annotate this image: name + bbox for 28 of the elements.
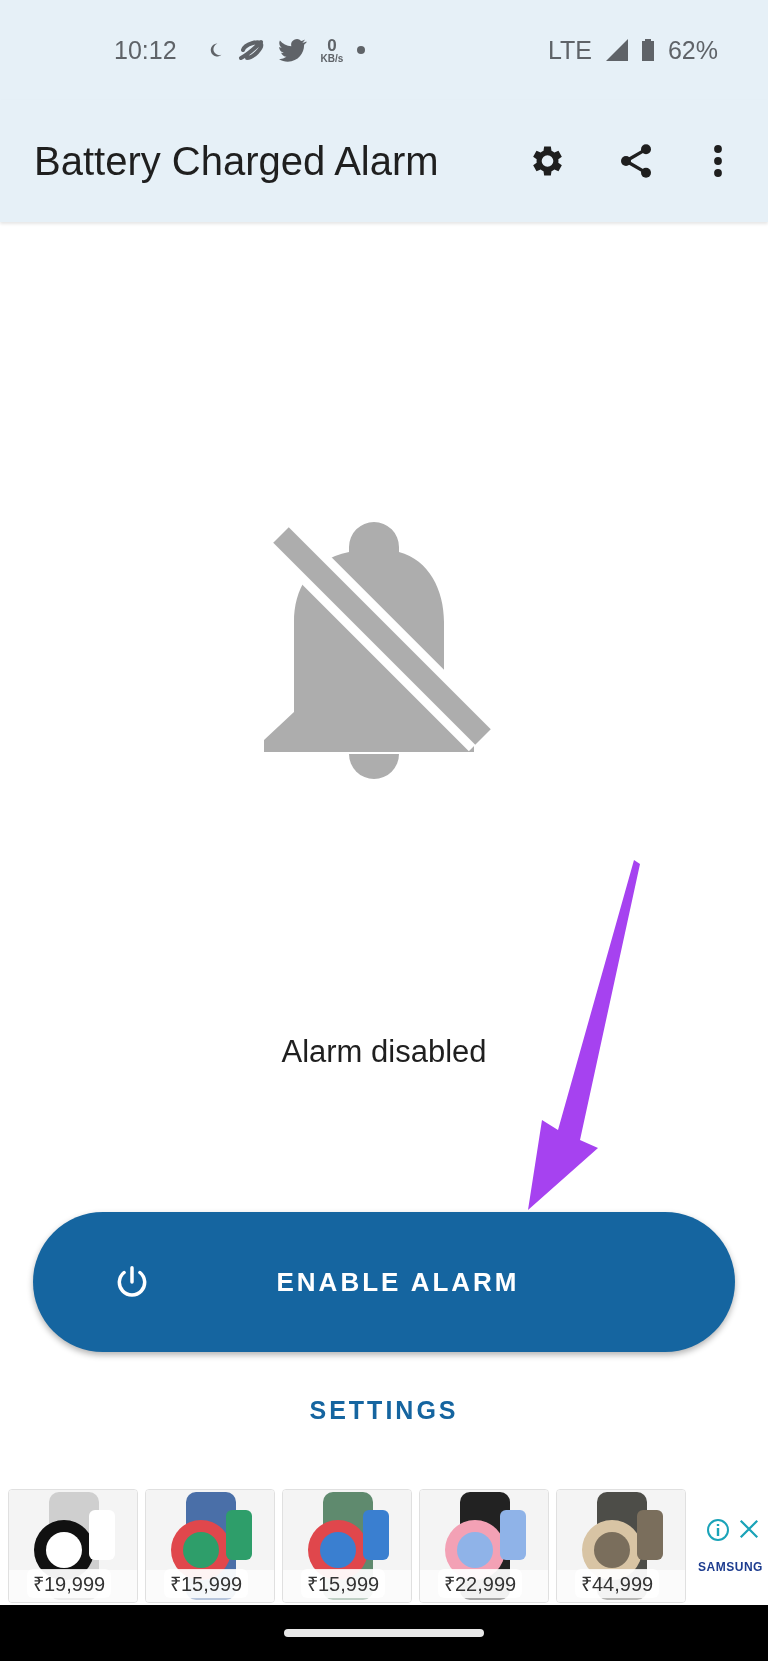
product-price: ₹15,999 [164,1569,249,1598]
product-price: ₹22,999 [438,1569,523,1598]
app-title: Battery Charged Alarm [34,138,440,184]
battery-percent: 62% [667,35,718,65]
product-card[interactable]: ₹19,999 [8,1489,138,1603]
bird-icon [278,38,307,62]
brand-logo: SAMSUNG [698,1560,763,1574]
network-type: LTE [547,35,592,65]
product-card[interactable]: ₹22,999 [419,1489,549,1603]
alarm-status: Alarm disabled [281,1034,487,1070]
product-price: ₹15,999 [301,1569,386,1598]
signal-icon [605,39,628,61]
dot-icon [357,46,366,54]
product-price: ₹19,999 [27,1569,112,1598]
product-card[interactable]: ₹15,999 [145,1489,275,1603]
product-card[interactable]: ₹15,999 [282,1489,412,1603]
data-unit: KB/s [320,53,344,64]
more-options-icon[interactable] [712,143,724,179]
battery-icon [641,39,654,61]
close-icon[interactable] [738,1518,760,1540]
status-time: 10:12 [114,35,177,65]
enable-alarm-button[interactable]: ENABLE ALARM [33,1212,735,1352]
home-handle[interactable] [284,1629,484,1637]
settings-button[interactable]: SETTINGS [293,1388,475,1433]
data-rate: 0 [327,36,337,54]
info-icon[interactable] [706,1518,730,1542]
product-card[interactable]: ₹44,999 [556,1489,686,1603]
product-price: ₹44,999 [575,1569,660,1598]
